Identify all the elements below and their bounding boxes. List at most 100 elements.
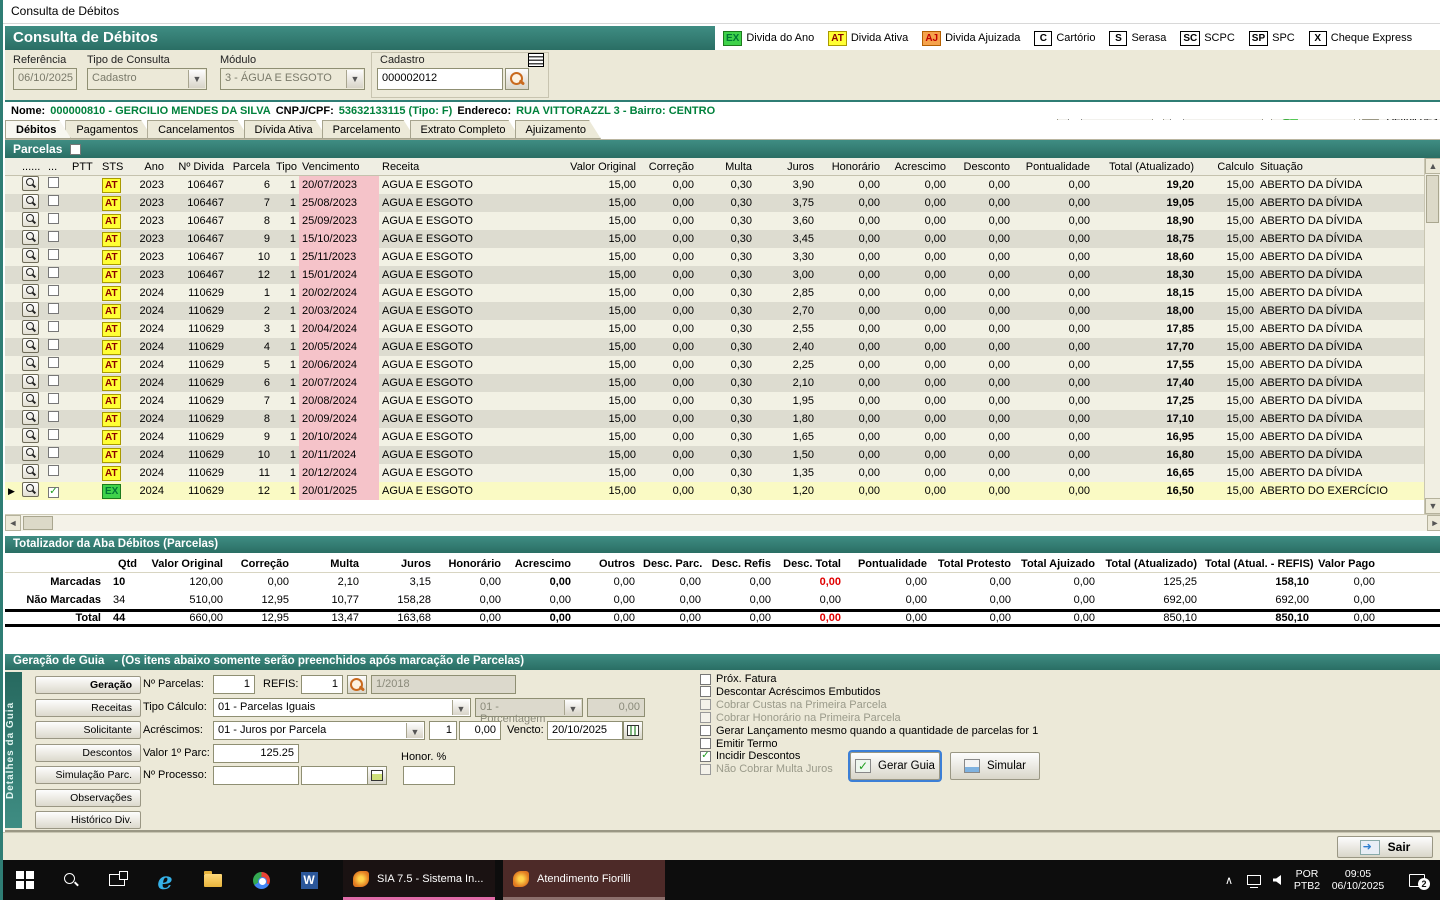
chevron-down-icon[interactable]: ▼ xyxy=(452,700,469,715)
sidebtn-observa-es[interactable]: Observações xyxy=(35,789,141,807)
row-checkbox[interactable] xyxy=(48,429,59,440)
refis-ref-input[interactable]: 1/2018 xyxy=(371,675,516,694)
table-row[interactable]: AT20241106297120/08/2024AGUA E ESGOTO15,… xyxy=(5,392,1427,410)
table-row[interactable]: AT202310646710125/11/2023AGUA E ESGOTO15… xyxy=(5,248,1427,266)
vencto-calendar-button[interactable] xyxy=(623,721,643,740)
row-detail-button[interactable] xyxy=(22,338,39,353)
table-row[interactable]: AT20231064679115/10/2023AGUA E ESGOTO15,… xyxy=(5,230,1427,248)
modulo-select[interactable]: 3 - ÁGUA E ESGOTO▼ xyxy=(220,68,365,90)
tab-ajuizamento[interactable]: Ajuizamento xyxy=(515,120,602,139)
check-descontar-acr-scimos-embutidos[interactable]: Descontar Acréscimos Embutidos xyxy=(700,686,880,698)
row-detail-button[interactable] xyxy=(22,230,39,245)
row-detail-button[interactable] xyxy=(22,374,39,389)
checkbox[interactable] xyxy=(700,712,711,723)
refis-search-button[interactable] xyxy=(347,675,367,694)
tray-chevron-up-icon[interactable]: ∧ xyxy=(1215,860,1243,900)
table-row[interactable]: AT202411062911120/12/2024AGUA E ESGOTO15… xyxy=(5,464,1427,482)
check-cobrar-honor-rio-na-primeira-p[interactable]: Cobrar Honorário na Primeira Parcela xyxy=(700,712,901,724)
row-detail-button[interactable] xyxy=(22,320,39,335)
tab-parcelamento[interactable]: Parcelamento xyxy=(322,120,416,139)
taskbar-app-fiorilli[interactable]: Atendimento Fiorilli xyxy=(503,860,665,900)
table-row[interactable]: AT202411062910120/11/2024AGUA E ESGOTO15… xyxy=(5,446,1427,464)
table-row[interactable]: AT20241106291120/02/2024AGUA E ESGOTO15,… xyxy=(5,284,1427,302)
check-pr-x-fatura[interactable]: Próx. Fatura xyxy=(700,673,777,685)
table-row[interactable]: AT20241106292120/03/2024AGUA E ESGOTO15,… xyxy=(5,302,1427,320)
checkbox[interactable] xyxy=(700,674,711,685)
tab-cancelamentos[interactable]: Cancelamentos xyxy=(147,120,249,139)
tab-d-bitos[interactable]: Débitos xyxy=(5,120,71,139)
checkbox[interactable] xyxy=(700,751,711,762)
sidebtn-simula-o-parc-[interactable]: Simulação Parc. xyxy=(35,766,141,784)
vertical-scrollbar[interactable]: ▲ ▼ xyxy=(1424,158,1440,514)
row-checkbox[interactable] xyxy=(48,465,59,476)
row-checkbox[interactable] xyxy=(48,393,59,404)
row-detail-button[interactable] xyxy=(22,266,39,281)
row-detail-button[interactable] xyxy=(22,392,39,407)
internet-explorer-button[interactable]: e xyxy=(143,860,187,900)
sidebtn-solicitante[interactable]: Solicitante xyxy=(35,721,141,739)
row-checkbox[interactable] xyxy=(48,447,59,458)
word-button[interactable]: W xyxy=(287,860,331,900)
table-row[interactable]: AT20241106296120/07/2024AGUA E ESGOTO15,… xyxy=(5,374,1427,392)
chevron-down-icon[interactable]: ▼ xyxy=(346,70,363,88)
valor1-input[interactable]: 125.25 xyxy=(213,744,299,763)
check-cobrar-custas-na-primeira-parc[interactable]: Cobrar Custas na Primeira Parcela xyxy=(700,699,887,711)
table-row[interactable]: AT20241106293120/04/2024AGUA E ESGOTO15,… xyxy=(5,320,1427,338)
action-center-button[interactable]: 2 xyxy=(1397,860,1437,900)
table-row[interactable]: AT20241106294120/05/2024AGUA E ESGOTO15,… xyxy=(5,338,1427,356)
row-detail-button[interactable] xyxy=(22,212,39,227)
processo-input[interactable] xyxy=(213,766,299,785)
taskbar-search-button[interactable] xyxy=(49,860,93,900)
porcentagem-select[interactable]: 01 - Porcentagem▼ xyxy=(475,698,583,717)
scroll-up-icon[interactable]: ▲ xyxy=(1425,158,1440,174)
start-button[interactable] xyxy=(3,860,47,900)
row-checkbox[interactable] xyxy=(48,177,59,188)
row-detail-button[interactable] xyxy=(22,284,39,299)
row-checkbox[interactable] xyxy=(48,321,59,332)
processo-calc-button[interactable] xyxy=(367,766,387,785)
table-row[interactable]: AT20241106298120/09/2024AGUA E ESGOTO15,… xyxy=(5,410,1427,428)
table-row[interactable]: ▶EX202411062912120/01/2025AGUA E ESGOTO1… xyxy=(5,482,1427,500)
chevron-down-icon[interactable]: ▼ xyxy=(564,700,581,715)
checkbox[interactable] xyxy=(700,764,711,775)
vencto-input[interactable]: 20/10/2025 xyxy=(547,721,623,740)
refis-input[interactable]: 1 xyxy=(301,675,343,694)
sidebtn-descontos[interactable]: Descontos xyxy=(35,744,141,762)
acrescimos-valor-input[interactable]: 0,00 xyxy=(459,721,501,740)
parcelas-checkbox[interactable] xyxy=(70,144,81,155)
tab-pagamentos[interactable]: Pagamentos xyxy=(65,120,153,139)
table-row[interactable]: AT20241106299120/10/2024AGUA E ESGOTO15,… xyxy=(5,428,1427,446)
row-checkbox[interactable] xyxy=(48,375,59,386)
porcentagem-valor-input[interactable]: 0,00 xyxy=(587,698,645,717)
row-checkbox[interactable] xyxy=(48,357,59,368)
cadastro-input[interactable]: 000002012 xyxy=(377,68,503,90)
row-checkbox[interactable] xyxy=(48,487,59,498)
sidebtn-gera-o[interactable]: Geração xyxy=(35,676,141,694)
gerar-guia-button[interactable]: ✓Gerar Guia xyxy=(850,752,940,780)
n-parcelas-input[interactable]: 1 xyxy=(213,675,255,694)
scroll-right-icon[interactable]: ► xyxy=(1427,515,1440,531)
hscroll-thumb[interactable] xyxy=(23,516,53,530)
sidebtn-hist-rico-div-[interactable]: Histórico Div. xyxy=(35,811,141,829)
row-checkbox[interactable] xyxy=(48,411,59,422)
cadastro-list-icon[interactable] xyxy=(528,53,544,67)
checkbox[interactable] xyxy=(700,686,711,697)
row-detail-button[interactable] xyxy=(22,446,39,461)
checkbox[interactable] xyxy=(700,738,711,749)
scroll-left-icon[interactable]: ◄ xyxy=(5,515,21,531)
row-detail-button[interactable] xyxy=(22,248,39,263)
clock[interactable]: 09:0506/10/2025 xyxy=(1325,860,1391,900)
checkbox[interactable] xyxy=(700,699,711,710)
row-detail-button[interactable] xyxy=(22,410,39,425)
scroll-down-icon[interactable]: ▼ xyxy=(1425,498,1440,514)
row-checkbox[interactable] xyxy=(48,339,59,350)
tab-extrato-completo[interactable]: Extrato Completo xyxy=(410,120,521,139)
acrescimos-select[interactable]: 01 - Juros por Parcela▼ xyxy=(213,721,425,740)
table-row[interactable]: AT20231064678125/09/2023AGUA E ESGOTO15,… xyxy=(5,212,1427,230)
row-checkbox[interactable] xyxy=(48,231,59,242)
volume-icon[interactable] xyxy=(1265,860,1289,900)
language-indicator[interactable]: PORPTB2 xyxy=(1289,860,1325,900)
task-view-button[interactable] xyxy=(95,860,139,900)
row-detail-button[interactable] xyxy=(22,356,39,371)
table-row[interactable]: AT20231064676120/07/2023AGUA E ESGOTO15,… xyxy=(5,176,1427,194)
